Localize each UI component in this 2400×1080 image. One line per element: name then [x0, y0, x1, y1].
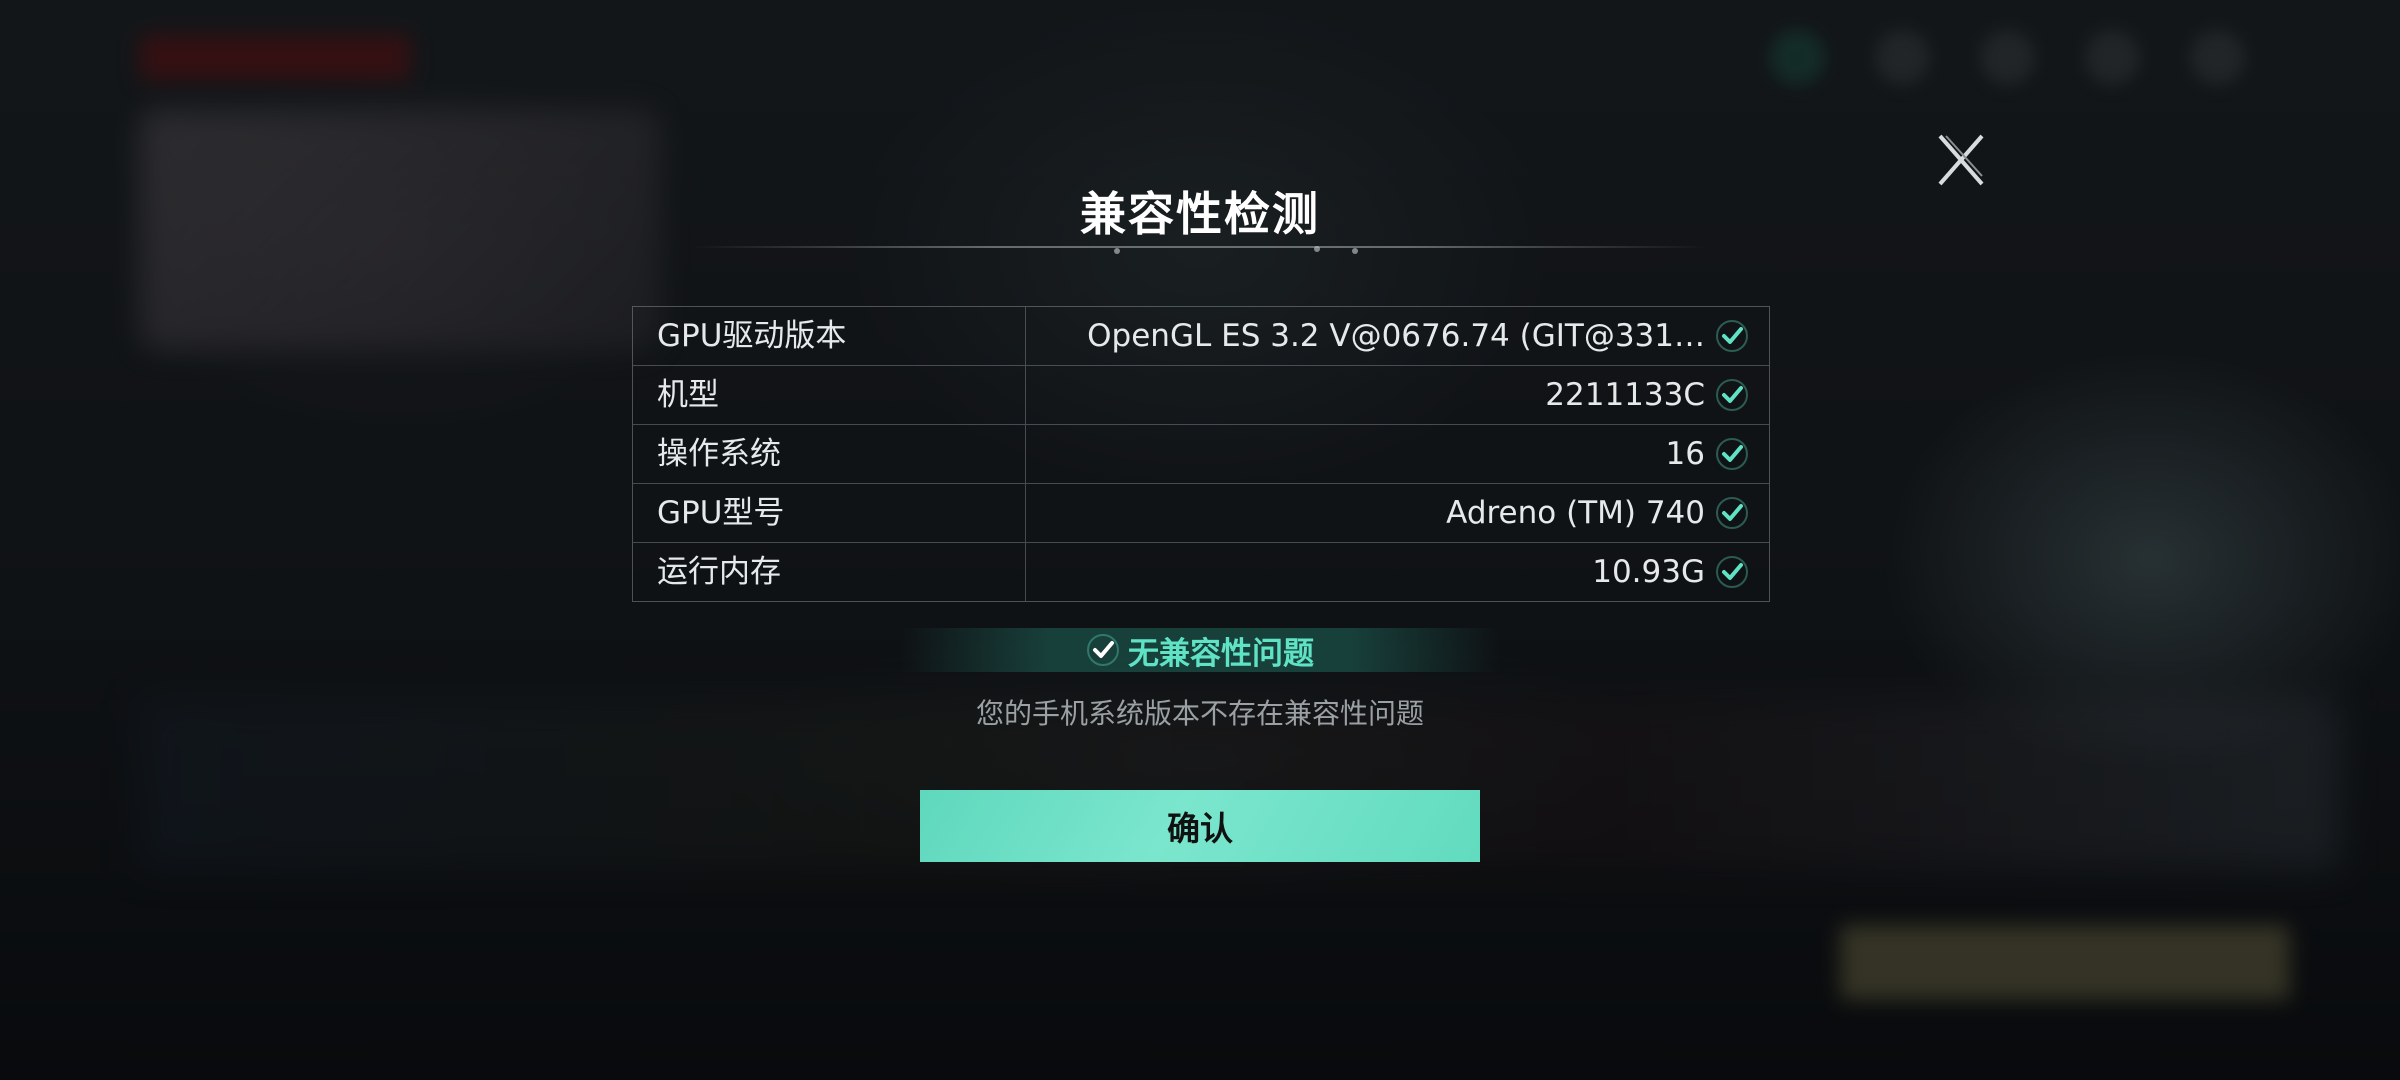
row-value-cell: Adreno (TM) 740 [1026, 484, 1769, 542]
status-text: 无兼容性问题 [1128, 635, 1314, 672]
divider-dot [1314, 246, 1320, 252]
row-value: OpenGL ES 3.2 V@0676.74 (GIT@331… [1087, 318, 1705, 354]
divider-dot [1352, 248, 1358, 254]
row-label: 机型 [633, 366, 1026, 424]
row-value: 10.93G [1592, 554, 1705, 590]
table-row: GPU型号 Adreno (TM) 740 [633, 484, 1769, 543]
row-value-cell: 10.93G [1026, 543, 1769, 601]
dialog-title: 兼容性检测 [1080, 187, 1320, 241]
row-value-cell: 16 [1026, 425, 1769, 483]
table-row: 机型 2211133C [633, 366, 1769, 425]
row-value: 16 [1665, 436, 1705, 472]
confirm-button[interactable]: 确认 [920, 790, 1480, 862]
title-divider [690, 246, 1710, 248]
divider-dot [1114, 248, 1120, 254]
close-button[interactable] [1936, 132, 1986, 188]
row-value: Adreno (TM) 740 [1446, 495, 1705, 531]
row-label: 运行内存 [633, 543, 1026, 601]
table-row: GPU驱动版本 OpenGL ES 3.2 V@0676.74 (GIT@331… [633, 307, 1769, 366]
status-description: 您的手机系统版本不存在兼容性问题 [975, 697, 1424, 730]
check-icon [1716, 379, 1748, 411]
row-value-cell: OpenGL ES 3.2 V@0676.74 (GIT@331… [1026, 307, 1769, 365]
check-icon [1716, 556, 1748, 588]
row-label: 操作系统 [633, 425, 1026, 483]
row-value-cell: 2211133C [1026, 366, 1769, 424]
check-icon [1716, 320, 1748, 352]
table-row: 运行内存 10.93G [633, 543, 1769, 601]
status-banner: 无兼容性问题 [900, 628, 1500, 672]
game-screen: 兼容性检测 GPU驱动版本 OpenGL ES 3.2 V@0676.74 (G… [0, 0, 2400, 1080]
check-icon [1087, 634, 1119, 666]
table-row: 操作系统 16 [633, 425, 1769, 484]
check-icon [1716, 497, 1748, 529]
row-label: GPU型号 [633, 484, 1026, 542]
close-icon [1938, 134, 1984, 186]
device-info-table: GPU驱动版本 OpenGL ES 3.2 V@0676.74 (GIT@331… [632, 306, 1770, 602]
check-icon [1716, 438, 1748, 470]
row-value: 2211133C [1545, 377, 1705, 413]
row-label: GPU驱动版本 [633, 307, 1026, 365]
